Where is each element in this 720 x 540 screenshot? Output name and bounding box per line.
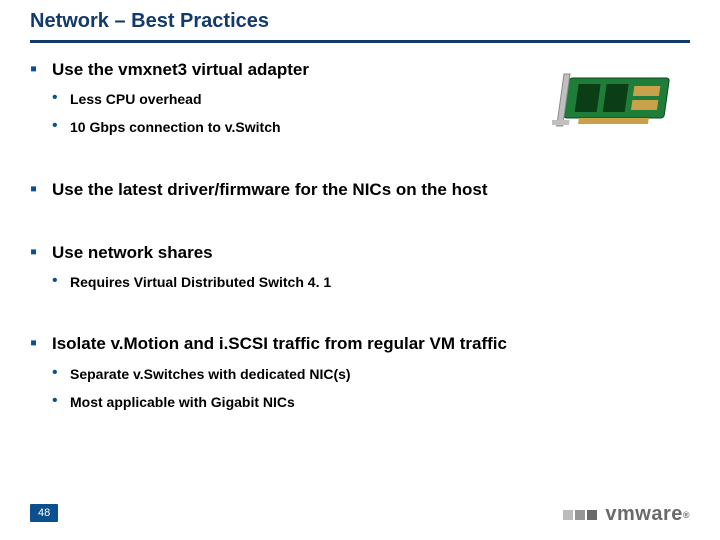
bullet-item: ▪ Use the latest driver/firmware for the… [30,179,690,200]
square-bullet-icon: ▪ [30,179,42,200]
vmware-logo: vmware® [563,503,690,526]
logo-boxes-icon [563,510,599,520]
sub-bullet-item: • Less CPU overhead [52,90,690,108]
bullet-item: ▪ Isolate v.Motion and i.SCSI traffic fr… [30,333,690,354]
sub-bullet-item: • Separate v.Switches with dedicated NIC… [52,365,690,383]
bullet-text: Use network shares [52,242,213,263]
title-rule [30,40,690,43]
sub-bullet-text: Most applicable with Gigabit NICs [70,393,295,411]
square-bullet-icon: ▪ [30,242,42,263]
sub-bullet-item: • 10 Gbps connection to v.Switch [52,118,690,136]
dot-bullet-icon: • [52,90,62,106]
bullet-text: Isolate v.Motion and i.SCSI traffic from… [52,333,507,354]
page-number: 48 [30,504,58,522]
page-title: Network – Best Practices [30,10,269,33]
logo-mark: ® [683,510,690,520]
sub-bullet-text: Less CPU overhead [70,90,202,108]
square-bullet-icon: ▪ [30,59,42,80]
dot-bullet-icon: • [52,365,62,381]
bullet-item: ▪ Use the vmxnet3 virtual adapter [30,59,690,80]
dot-bullet-icon: • [52,273,62,289]
sub-bullet-text: 10 Gbps connection to v.Switch [70,118,281,136]
logo-text: vmware [605,503,683,526]
dot-bullet-icon: • [52,393,62,409]
dot-bullet-icon: • [52,118,62,134]
bullet-text: Use the vmxnet3 virtual adapter [52,59,309,80]
square-bullet-icon: ▪ [30,333,42,354]
sub-bullet-text: Requires Virtual Distributed Switch 4. 1 [70,273,331,291]
sub-bullet-text: Separate v.Switches with dedicated NIC(s… [70,365,351,383]
content-body: ▪ Use the vmxnet3 virtual adapter • Less… [30,55,690,413]
sub-bullet-item: • Requires Virtual Distributed Switch 4.… [52,273,690,291]
slide: Network – Best Practices ▪ Use the vmxne… [0,0,720,540]
bullet-text: Use the latest driver/firmware for the N… [52,179,487,200]
sub-bullet-item: • Most applicable with Gigabit NICs [52,393,690,411]
bullet-item: ▪ Use network shares [30,242,690,263]
